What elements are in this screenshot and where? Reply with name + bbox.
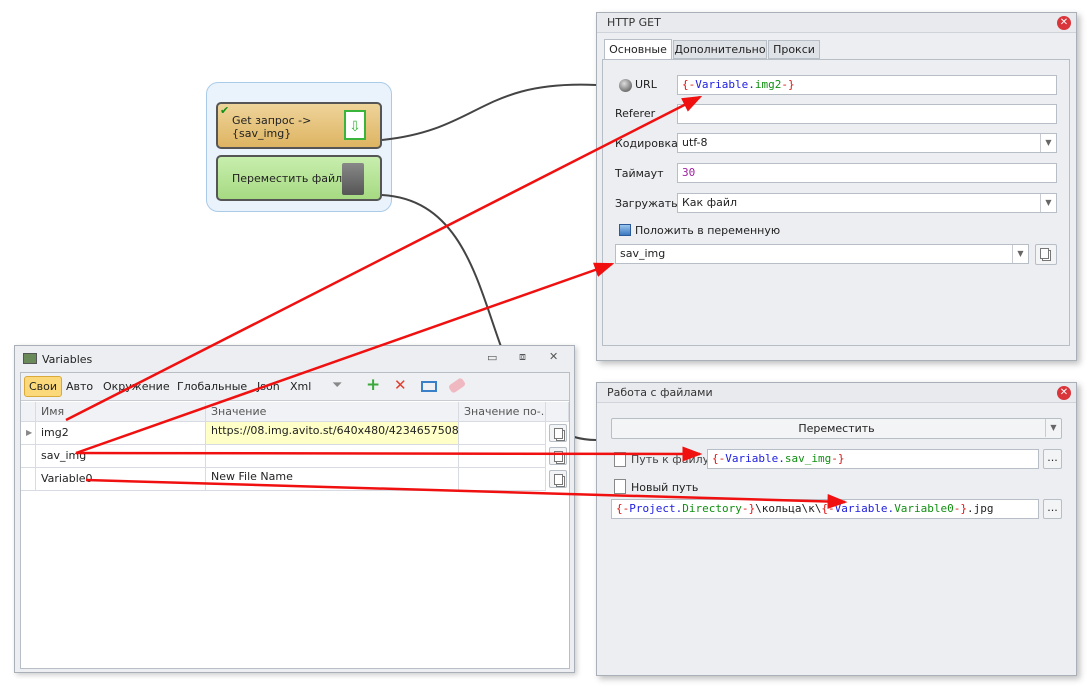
- variable-value[interactable]: [206, 445, 459, 468]
- variable-default[interactable]: [459, 445, 546, 468]
- variable-name[interactable]: sav_img: [36, 445, 206, 468]
- tab-xml[interactable]: Xml: [290, 380, 311, 393]
- restore-icon[interactable]: ⧈: [519, 350, 526, 364]
- copy-button[interactable]: [549, 470, 567, 488]
- delete-icon[interactable]: ✕: [394, 376, 407, 394]
- eraser-icon[interactable]: [447, 377, 467, 394]
- copy-button[interactable]: [549, 447, 567, 465]
- variable-value[interactable]: New File Name: [206, 468, 459, 491]
- row-indicator-header: [21, 402, 36, 422]
- row-indicator: [21, 468, 36, 491]
- close-icon[interactable]: ✕: [549, 350, 558, 363]
- variable-default[interactable]: [459, 468, 546, 491]
- variable-value[interactable]: https://08.img.avito.st/640x480/42346575…: [206, 422, 459, 445]
- column-header-actions: [546, 402, 569, 422]
- rename-icon[interactable]: [421, 381, 437, 392]
- variables-window: Variables ▭ ⧈ ✕ Свои Авто Окружение Глоб…: [14, 345, 575, 673]
- window-icon: [23, 353, 37, 364]
- column-header-name[interactable]: Имя: [36, 402, 206, 422]
- row-indicator: [21, 445, 36, 468]
- tab-own[interactable]: Свои: [24, 376, 63, 397]
- row-indicator: ▶: [21, 422, 36, 445]
- column-header-value[interactable]: Значение: [206, 402, 459, 422]
- tab-environment[interactable]: Окружение: [103, 380, 170, 393]
- tab-json[interactable]: Json: [257, 380, 280, 393]
- filter-icon[interactable]: ⏷: [332, 378, 342, 393]
- tab-auto[interactable]: Авто: [66, 380, 93, 393]
- column-header-default[interactable]: Значение по-...: [459, 402, 546, 422]
- toolbar: Свои Авто Окружение Глобальные Json Xml …: [21, 373, 569, 401]
- variable-default[interactable]: [459, 422, 546, 445]
- variable-name[interactable]: Variable0: [36, 468, 206, 491]
- copy-button[interactable]: [549, 424, 567, 442]
- minimize-icon[interactable]: ▭: [487, 351, 497, 364]
- add-icon[interactable]: +: [366, 375, 380, 395]
- variables-panel: Свои Авто Окружение Глобальные Json Xml …: [20, 372, 570, 669]
- connector-line: [381, 83, 597, 141]
- tab-global[interactable]: Глобальные: [177, 380, 247, 393]
- window-title: Variables: [42, 353, 93, 366]
- variable-name[interactable]: img2: [36, 422, 206, 445]
